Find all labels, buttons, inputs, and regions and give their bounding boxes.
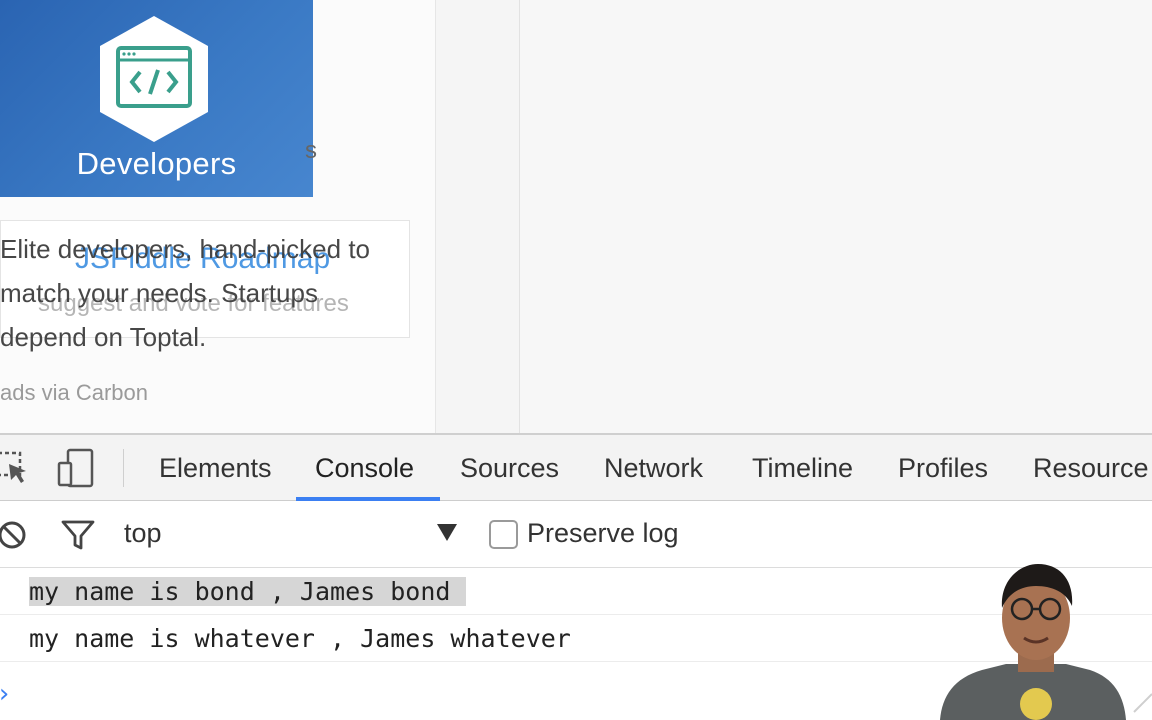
- dropdown-arrow-icon[interactable]: [437, 524, 457, 541]
- tab-sources[interactable]: Sources: [460, 453, 559, 484]
- result-panel: [520, 0, 1152, 433]
- code-window-icon: [100, 16, 208, 142]
- preserve-log-checkbox[interactable]: [489, 520, 518, 549]
- ad-text-line: Elite developers, hand-picked to: [0, 234, 371, 264]
- ad-text-line: match your needs. Startups: [0, 278, 318, 308]
- ad-title-fragment: s: [305, 137, 317, 164]
- sidebar-panel: Developers s JSFiddle Roadmap suggest an…: [0, 0, 436, 433]
- device-mode-icon[interactable]: [56, 447, 96, 489]
- tab-console[interactable]: Console: [315, 453, 414, 484]
- context-selector[interactable]: top: [124, 518, 162, 549]
- ad-attribution[interactable]: ads via Carbon: [0, 380, 148, 406]
- tab-elements[interactable]: Elements: [159, 453, 272, 484]
- tab-timeline[interactable]: Timeline: [752, 453, 853, 484]
- tab-resources[interactable]: Resource: [1033, 453, 1149, 484]
- devtools-tab-bar: Elements Console Sources Network Timelin…: [0, 435, 1152, 501]
- tab-profiles[interactable]: Profiles: [898, 453, 988, 484]
- ad-image-caption: Developers: [76, 146, 237, 181]
- console-message-text[interactable]: my name is bond , James bond: [29, 577, 467, 606]
- preserve-log-label[interactable]: Preserve log: [527, 518, 679, 549]
- inspect-element-icon[interactable]: [0, 447, 30, 487]
- ad-description[interactable]: Elite developers, hand-picked to match y…: [0, 227, 430, 359]
- console-message-text[interactable]: my name is whatever , James whatever: [29, 624, 571, 653]
- filter-icon[interactable]: [60, 518, 96, 552]
- panel-divider[interactable]: [436, 0, 520, 433]
- ad-banner-image[interactable]: Developers: [0, 0, 313, 197]
- console-prompt-icon[interactable]: ›: [0, 679, 12, 709]
- toolbar-separator: [123, 449, 124, 487]
- active-tab-indicator: [296, 497, 440, 501]
- webcam-presenter-video: [940, 564, 1152, 720]
- ad-text-line: depend on Toptal.: [0, 322, 207, 352]
- tab-network[interactable]: Network: [604, 453, 703, 484]
- clear-console-icon[interactable]: [0, 518, 30, 552]
- screen: Developers s JSFiddle Roadmap suggest an…: [0, 0, 1152, 720]
- page-content: Developers s JSFiddle Roadmap suggest an…: [0, 0, 1152, 433]
